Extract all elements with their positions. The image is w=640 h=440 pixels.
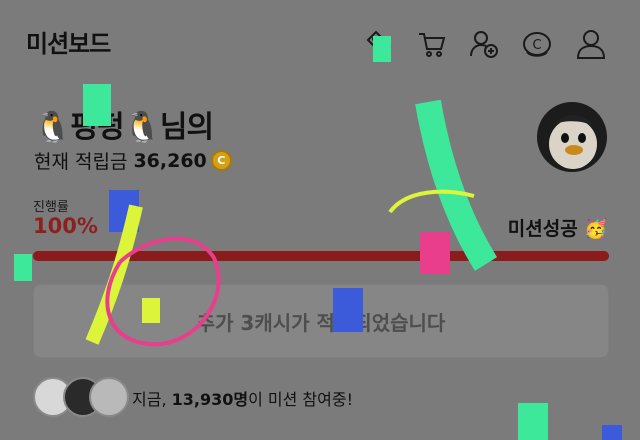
participant-prefix: 지금, [132, 390, 172, 409]
page-title: 미션보드 [26, 30, 111, 58]
progress-bar [33, 251, 609, 261]
coupon-icon[interactable] [362, 28, 394, 60]
profile-icon[interactable] [575, 28, 607, 60]
coin-icon[interactable]: C [521, 28, 553, 60]
reward-message-box: 추가 3캐시가 적립되었습니다 [33, 284, 609, 358]
points-row: 현재 적립금 36,260 C [34, 147, 232, 174]
coin-badge-icon: C [210, 150, 232, 171]
cart-icon[interactable] [416, 28, 448, 60]
participant-suffix: 이 미션 참여중! [248, 390, 353, 409]
progress-value: 100% [33, 214, 98, 238]
add-friend-icon[interactable] [468, 28, 500, 60]
avatar[interactable] [537, 102, 607, 172]
participant-avatar [89, 377, 129, 417]
participant-count: 13,930명 [171, 390, 249, 409]
mission-status: 미션성공 🥳 [507, 218, 608, 240]
reward-message: 추가 3캐시가 적립되었습니다 [196, 310, 446, 335]
progress-bar-fill [33, 251, 609, 261]
points-label: 현재 적립금 [34, 151, 128, 173]
points-value: 36,260 [133, 149, 207, 172]
user-name: 🐧펑펑🐧님의 [34, 110, 214, 145]
progress-label: 진행률 [33, 200, 69, 215]
participant-count-text: 지금, 13,930명이 미션 참여중! [132, 386, 353, 410]
svg-text:C: C [532, 38, 541, 53]
